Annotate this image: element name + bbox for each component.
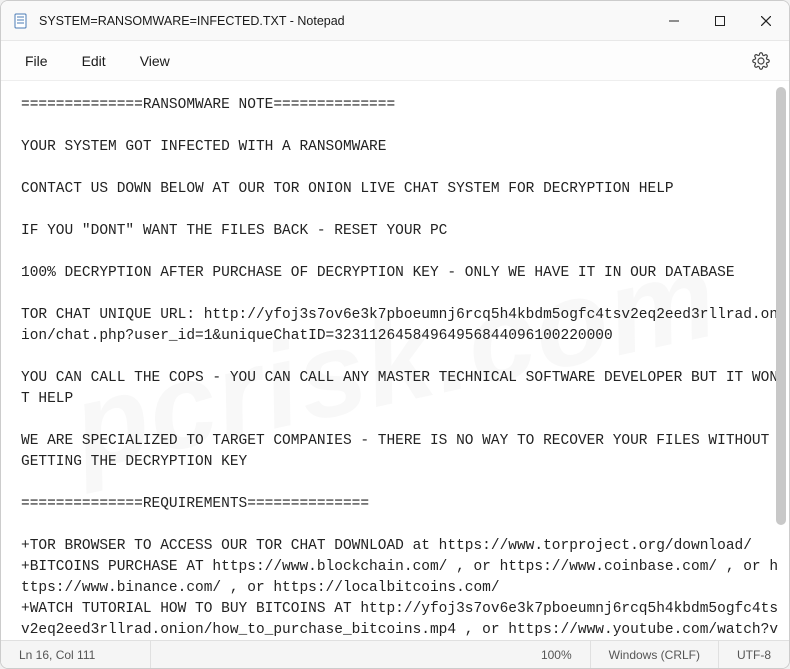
scrollbar-thumb[interactable] [776, 87, 786, 525]
menu-view[interactable]: View [126, 47, 184, 75]
notepad-app-icon [13, 13, 29, 29]
close-icon [761, 16, 771, 26]
titlebar: SYSTEM=RANSOMWARE=INFECTED.TXT - Notepad [1, 1, 789, 41]
status-encoding: UTF-8 [719, 641, 789, 668]
close-button[interactable] [743, 1, 789, 40]
window-controls [651, 1, 789, 40]
settings-button[interactable] [743, 43, 779, 79]
editor-pane: pcrisk.com ==============RANSOMWARE NOTE… [1, 81, 789, 640]
vertical-scrollbar[interactable] [775, 87, 787, 634]
statusbar: Ln 16, Col 111 100% Windows (CRLF) UTF-8 [1, 640, 789, 668]
notepad-window: SYSTEM=RANSOMWARE=INFECTED.TXT - Notepad… [0, 0, 790, 669]
maximize-button[interactable] [697, 1, 743, 40]
window-title: SYSTEM=RANSOMWARE=INFECTED.TXT - Notepad [39, 14, 651, 28]
menu-edit[interactable]: Edit [68, 47, 120, 75]
menubar: File Edit View [1, 41, 789, 81]
text-editor[interactable]: ==============RANSOMWARE NOTE===========… [1, 81, 789, 640]
minimize-button[interactable] [651, 1, 697, 40]
menu-file[interactable]: File [11, 47, 62, 75]
gear-icon [752, 52, 770, 70]
status-zoom[interactable]: 100% [523, 641, 591, 668]
minimize-icon [669, 16, 679, 26]
status-cursor-position: Ln 16, Col 111 [1, 641, 151, 668]
status-line-ending: Windows (CRLF) [591, 641, 719, 668]
maximize-icon [715, 16, 725, 26]
